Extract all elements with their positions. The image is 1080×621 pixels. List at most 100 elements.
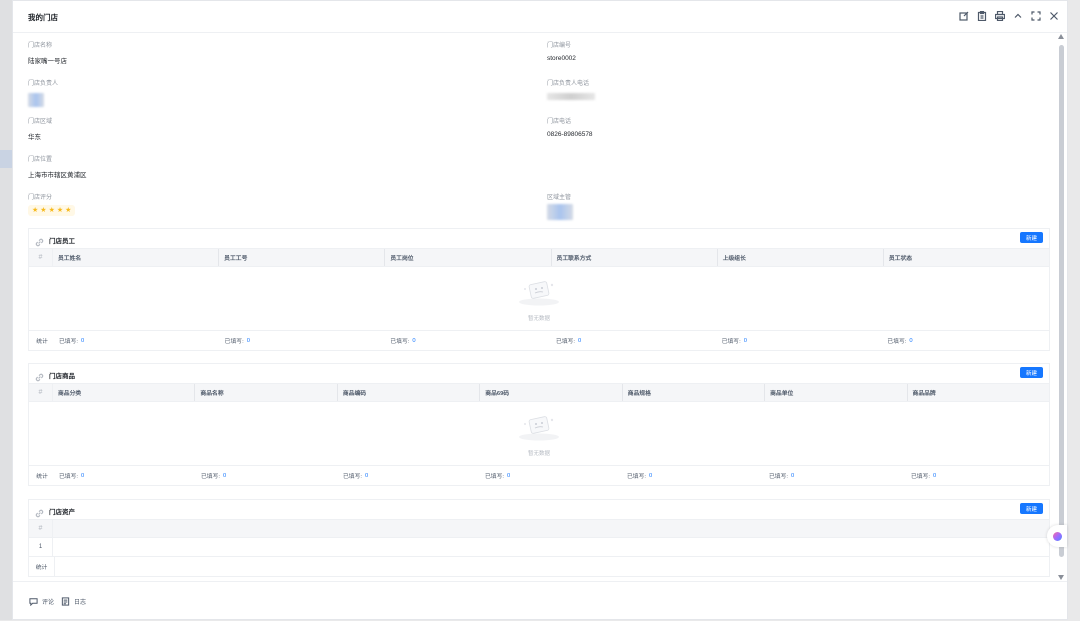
employees-section: 门店员工 新建 # 员工姓名 员工工号 员工岗位 员工联系方式 上级组长 员工状… [28,228,1050,351]
redacted-avatar [547,204,573,220]
row-number-header: # [29,384,53,401]
section-header: 门店商品 新建 [29,364,1049,383]
link-icon [35,505,44,518]
field-value: ★ ★ ★ ★ ★ [28,205,76,216]
collapse-icon[interactable] [1012,10,1023,21]
stat-count: 0 [365,472,369,479]
table-header: # 商品分类 商品名称 商品编码 商品69码 商品规格 商品单位 商品品牌 [29,383,1049,402]
stat-count: 0 [909,337,913,344]
new-employee-button[interactable]: 新建 [1020,232,1043,243]
column-header[interactable]: 员工工号 [219,249,386,266]
stat-cell: 已填写: 0 [59,337,85,346]
column-header[interactable]: 商品编码 [338,384,481,401]
field-value [547,204,573,222]
field-assistant: 区域主管 [547,192,573,222]
field-label: 门店负责人电话 [547,81,590,87]
products-section: 门店商品 新建 # 商品分类 商品名称 商品编码 商品69码 商品规格 商品单位… [28,363,1050,486]
stat-cell: 已填写: 0 [887,337,913,346]
stat-cell: 已填写: 0 [485,472,511,481]
stat-count: 0 [791,472,795,479]
field-phone: 门店电话 0826-89806578 [547,116,593,138]
dialog-title: 我的门店 [28,13,58,22]
column-header[interactable]: 上级组长 [718,249,884,266]
stat-cell: 已填写: 0 [343,472,369,481]
assistant-float-button[interactable] [1047,525,1067,547]
redacted-value [547,93,595,100]
field-value: store0002 [547,55,576,62]
comment-button[interactable]: 评论 [29,597,54,606]
column-header[interactable]: 商品名称 [195,384,338,401]
field-region: 门店区域 华东 [28,116,52,141]
stat-cell: 已填写: 0 [769,472,795,481]
stats-row: 统计 已填写: 0 已填写: 0 已填写: 0 已填写: 0 已填写: 0 已填写: 0 [29,331,1049,350]
field-store-code: 门店编号 store0002 [547,40,576,62]
assets-section: 门店资产 新建 # 1 统计 [28,499,1050,577]
column-header[interactable]: 商品单位 [765,384,908,401]
close-icon[interactable] [1048,10,1059,21]
comment-label: 评论 [42,600,55,606]
empty-state: 暂无数据 [29,402,1049,466]
stat-count: 0 [412,337,416,344]
star-icon: ★ [40,207,47,214]
fullscreen-icon[interactable] [1030,10,1041,21]
stats-label: 统计 [29,557,55,576]
column-header[interactable]: 商品分类 [53,384,196,401]
stat-cell: 已填写: 0 [201,472,227,481]
scrollbar-thumb[interactable] [1059,45,1064,557]
star-icon: ★ [65,207,72,214]
stat-count: 0 [223,472,227,479]
log-button[interactable]: 日志 [61,597,86,606]
section-title: 门店商品 [49,373,75,380]
new-asset-button[interactable]: 新建 [1020,503,1043,514]
field-manager-phone: 门店负责人电话 [547,78,595,102]
column-header[interactable]: 员工姓名 [53,249,220,266]
stat-cell: 已填写: 0 [721,337,747,346]
stat-count: 0 [246,337,250,344]
rating-stars: ★ ★ ★ ★ ★ [28,205,76,216]
field-manager: 门店负责人 [28,78,58,109]
section-header: 门店资产 新建 [29,500,1049,519]
column-header[interactable]: 商品品牌 [908,384,1049,401]
table-header: # [29,519,1049,538]
field-value: 华东 [28,134,41,141]
table-row[interactable]: 1 [29,538,1049,557]
field-label: 门店位置 [28,157,53,163]
stat-cell: 已填写: 0 [390,337,416,346]
clipboard-icon[interactable] [976,10,987,21]
stat-count: 0 [507,472,511,479]
store-detail-dialog: 我的门店 门店名称 陆家嘴一号店 门店编号 store0002 门店负责人 门店… [12,0,1068,620]
redacted-avatar [28,93,44,107]
new-product-button[interactable]: 新建 [1020,367,1043,378]
field-rating: 门店评分 ★ ★ ★ ★ ★ [28,192,76,216]
section-title: 门店资产 [49,509,75,516]
row-number-header: # [29,249,53,266]
assistant-icon [1052,531,1062,541]
column-header[interactable]: 商品规格 [623,384,766,401]
edit-icon[interactable] [958,10,969,21]
stats-label: 统计 [36,474,48,480]
row-number: 1 [29,538,53,556]
backdrop-highlight [0,150,12,168]
empty-illustration-icon [519,416,559,441]
print-icon[interactable] [994,10,1005,21]
scroll-down-icon[interactable] [1058,575,1064,580]
column-header[interactable]: 员工岗位 [385,249,552,266]
column-header[interactable]: 员工状态 [884,249,1049,266]
field-label: 门店电话 [547,119,572,125]
stats-row: 统计 [29,557,1049,576]
column-header[interactable]: 商品69码 [480,384,623,401]
empty-illustration-icon [519,281,559,306]
stat-count: 0 [81,337,85,344]
dialog-header: 我的门店 [13,1,1067,33]
stat-count: 0 [743,337,747,344]
log-icon [61,597,70,606]
column-header[interactable]: 员工联系方式 [552,249,718,266]
scrollbar[interactable] [1055,33,1067,581]
scroll-up-icon[interactable] [1058,34,1064,39]
field-value: 0826-89806578 [547,131,593,138]
comment-icon [29,598,38,606]
empty-state: 暂无数据 [29,267,1049,331]
stat-cell: 已填写: 0 [911,472,937,481]
stat-cell: 已填写: 0 [627,472,653,481]
section-header: 门店员工 新建 [29,229,1049,248]
